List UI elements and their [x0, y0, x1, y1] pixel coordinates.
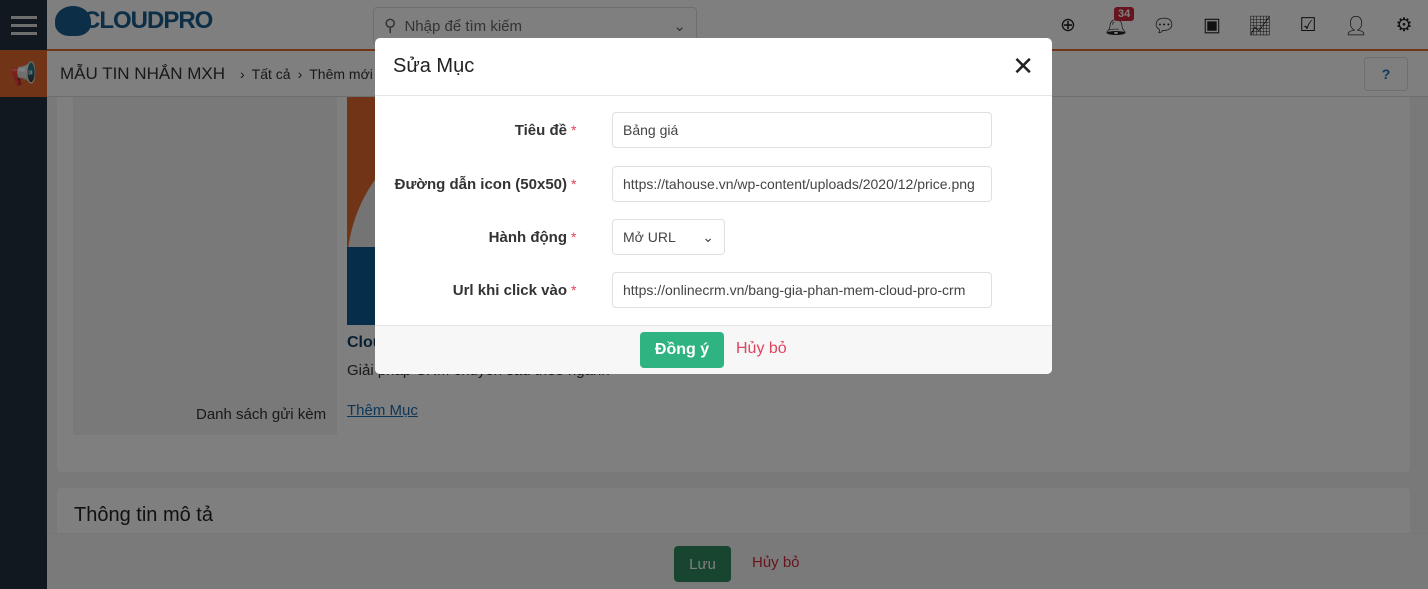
close-icon[interactable]: ✕	[1012, 51, 1034, 82]
modal-cancel-button[interactable]: Hủy bỏ	[736, 340, 787, 358]
icon-url-input[interactable]: https://tahouse.vn/wp-content/uploads/20…	[612, 166, 992, 202]
field-title: Tiêu đề * Bảng giá	[375, 112, 1052, 148]
field-icon-url: Đường dẫn icon (50x50) * https://tahouse.v…	[375, 166, 1052, 202]
edit-item-modal: Sửa Mục ✕ Tiêu đề * Bảng giá Đường dẫn icon…	[375, 38, 1052, 374]
title-input[interactable]: Bảng giá	[612, 112, 992, 148]
action-select[interactable]: Mở URL ⌄	[612, 219, 725, 255]
field-click-url: Url khi click vào * https://onlinecrm.vn/b…	[375, 272, 1052, 308]
modal-title: Sửa Mục	[393, 55, 475, 77]
confirm-button[interactable]: Đồng ý	[640, 332, 724, 368]
chevron-down-icon: ⌄	[702, 229, 714, 245]
click-url-input[interactable]: https://onlinecrm.vn/bang-gia-phan-mem-c…	[612, 272, 992, 308]
field-action: Hành động * Mở URL ⌄	[375, 219, 1052, 255]
